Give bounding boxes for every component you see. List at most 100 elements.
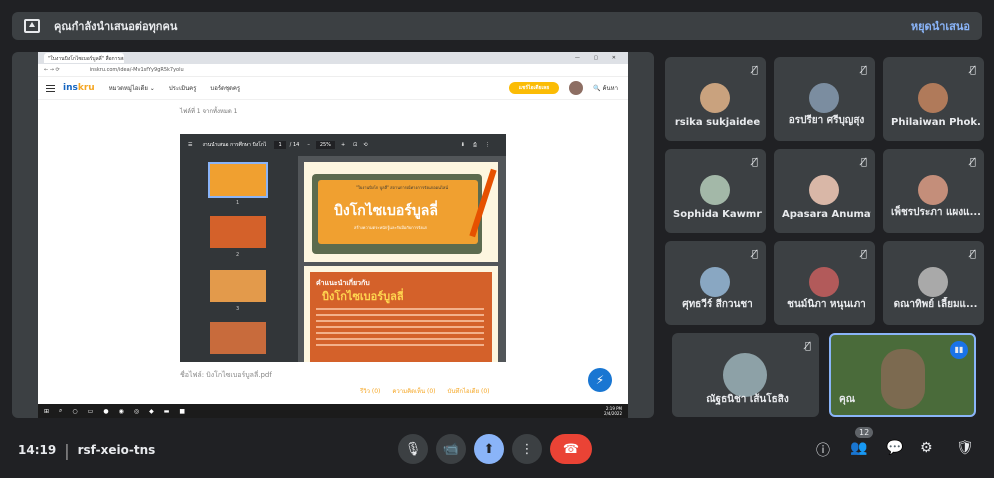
save-idea-button[interactable]: บันทึกไอเดีย (0) xyxy=(448,386,490,396)
participant-name: ดณาทิพย์ เลี้ยมแ... xyxy=(893,299,978,310)
nav-arrows-icon[interactable]: ← → ⟳ xyxy=(44,67,60,73)
participant-tile[interactable]: 🎙̸ rsika sukjaidee xyxy=(665,57,766,141)
participant-tile[interactable]: 🎙̸ ดณาทิพย์ เลี้ยมแ... xyxy=(883,241,984,325)
safety-icon[interactable]: 🛡 xyxy=(956,440,974,456)
thumbnail-page-3[interactable] xyxy=(210,270,266,302)
thumbnail-number: 1 xyxy=(236,200,240,206)
search-icon[interactable]: ⌕ xyxy=(59,407,62,415)
site-logo[interactable]: inskru xyxy=(63,83,95,93)
more-options-button[interactable]: ⋮ xyxy=(512,434,542,464)
meeting-time: 14:19 xyxy=(18,443,57,457)
thumbnail-page-4[interactable] xyxy=(210,322,266,354)
comments-button[interactable]: ความคิดเห็น (0) xyxy=(392,386,435,396)
participant-tile[interactable]: 🎙̸ Philaiwan Phok... xyxy=(883,57,984,141)
mic-off-icon: 🎙̸ xyxy=(751,65,758,76)
browser-urlbar[interactable]: ← → ⟳ inskru.com/idea/-Mv1sfYy9gR5k7yolu xyxy=(38,64,628,77)
browser-tab[interactable]: "ใบงานบิงโกไซเบอร์บูลลี่" สื่อการสอน... xyxy=(44,53,124,63)
window-controls[interactable]: — ▢ ✕ xyxy=(575,55,622,61)
instruction-lines xyxy=(316,308,484,350)
folder-icon[interactable]: ▬ xyxy=(164,408,170,415)
share-idea-button[interactable]: แชร์ไอเดียเลย xyxy=(508,82,560,94)
firefox-icon[interactable]: ● xyxy=(103,408,108,415)
participant-tile[interactable]: 🎙̸ เพ็ชรประภา แผงแ... xyxy=(883,149,984,233)
url-text[interactable]: inskru.com/idea/-Mv1sfYy9gR5k7yolu xyxy=(90,67,184,73)
avatar[interactable] xyxy=(569,81,584,95)
info-icon[interactable]: ⓘ xyxy=(816,440,830,460)
zoom-in-icon[interactable]: + xyxy=(341,142,345,148)
activities-icon[interactable]: ⚙ xyxy=(920,440,933,456)
participant-name: Sophida Kawmrt xyxy=(673,209,762,220)
hang-up-icon: ☎ xyxy=(562,441,580,457)
rotate-icon[interactable]: ⟲ xyxy=(363,142,367,148)
pdf-menu-icon[interactable]: ☰ xyxy=(188,142,192,148)
participant-name: ชนม์นิภา หนุนเภา xyxy=(787,299,866,310)
mic-off-icon: 🎙̸ xyxy=(751,249,758,260)
participant-name: เพ็ชรประภา แผงแ... xyxy=(891,207,980,218)
windows-start-icon[interactable]: ⊞ xyxy=(44,408,49,415)
thumbnail-page-2[interactable] xyxy=(210,216,266,248)
presentation-stage: "ใบงานบิงโกไซเบอร์บูลลี่" สื่อการสอน... … xyxy=(12,52,654,418)
participant-name: ณัฐธนิชา เส้นโธสิง xyxy=(706,394,789,405)
participant-count-badge: 12 xyxy=(855,427,874,438)
site-search[interactable]: 🔍 ค้นหา xyxy=(593,83,618,93)
menu-icon[interactable] xyxy=(46,84,55,92)
end-call-button[interactable]: ☎ xyxy=(550,434,592,464)
stop-presenting-button[interactable]: หยุดนำเสนอ xyxy=(911,17,970,35)
self-view-tile[interactable]: ▮▮ คุณ xyxy=(829,333,976,417)
pdf-page-2: คำแนะนำเกี่ยวกับ บิงโกไซเบอร์บูลลี่ xyxy=(304,266,498,362)
participant-tile[interactable]: 🎙̸ อรปรียา ศรีบุญสุง xyxy=(774,57,875,141)
participant-name: Apasara Anumat xyxy=(782,209,871,220)
taskview-icon[interactable]: ▭ xyxy=(88,408,94,415)
participant-name: Philaiwan Phok... xyxy=(891,117,980,128)
microphone-button[interactable]: 🎙 xyxy=(398,434,428,464)
participant-tile[interactable]: 🎙̸ ชนม์นิภา หนุนเภา xyxy=(774,241,875,325)
nav-item-categories[interactable]: หมวดหมู่ไอเดีย ⌄ xyxy=(109,83,155,93)
participant-tile[interactable]: 🎙̸ Sophida Kawmrt xyxy=(665,149,766,233)
mic-off-icon: 🎙̸ xyxy=(860,65,867,76)
avatar xyxy=(700,175,730,205)
pdf-page-input[interactable]: 1 xyxy=(274,141,286,149)
mic-off-icon: 🎙̸ xyxy=(860,157,867,168)
fit-page-icon[interactable]: ⊡ xyxy=(353,142,357,148)
participant-tile[interactable]: 🎙̸ ณัฐธนิชา เส้นโธสิง xyxy=(672,333,819,417)
presenting-banner: คุณกำลังนำเสนอต่อทุกคน หยุดนำเสนอ xyxy=(12,12,982,40)
avatar xyxy=(700,83,730,113)
camera-icon: 📹 xyxy=(442,441,460,457)
participant-tile[interactable]: 🎙̸ ศุทธวีร์ สีกวนชา xyxy=(665,241,766,325)
idea-actions: รีวิว (0) ความคิดเห็น (0) บันทึกไอเดีย (… xyxy=(360,386,490,396)
mic-off-icon: 🎙̸ xyxy=(751,157,758,168)
mic-off-icon: 🎙̸ xyxy=(969,65,976,76)
download-print-more-icons[interactable]: ⬇⎙⋮ xyxy=(461,142,498,148)
presenting-message: คุณกำลังนำเสนอต่อทุกคน xyxy=(54,20,178,33)
present-icon: ⬆ xyxy=(483,441,495,457)
page2-title: บิงโกไซเบอร์บูลลี่ xyxy=(322,290,404,303)
more-vert-icon: ⋮ xyxy=(520,441,534,457)
line-icon[interactable]: ■ xyxy=(179,408,185,415)
zoom-out-icon[interactable]: – xyxy=(307,142,310,148)
page1-tagline: สร้างความตระหนักรู้และรับมือกับการรังแก xyxy=(354,225,428,230)
edge-icon[interactable]: ◉ xyxy=(119,408,124,415)
mic-off-icon: 🎙̸ xyxy=(860,249,867,260)
participant-tile[interactable]: 🎙̸ Apasara Anumat xyxy=(774,149,875,233)
present-button[interactable]: ⬆ xyxy=(474,434,504,464)
thumbnail-page-1[interactable] xyxy=(208,162,268,198)
people-icon[interactable]: 👥 xyxy=(850,440,867,456)
mic-off-icon: 🎙̸ xyxy=(969,157,976,168)
review-button[interactable]: รีวิว (0) xyxy=(360,386,380,396)
nav-item-boards[interactable]: บอร์ดชุดครู xyxy=(210,83,240,93)
participant-name: คุณ xyxy=(839,394,855,405)
pdf-thumbnails: 1 2 3 xyxy=(180,156,298,362)
chat-icon[interactable]: 💬 xyxy=(886,440,903,456)
messenger-icon[interactable]: ⚡ xyxy=(588,368,612,392)
camera-button[interactable]: 📹 xyxy=(436,434,466,464)
thumbnail-number: 3 xyxy=(236,306,240,312)
meeting-code[interactable]: rsf-xeio-tns xyxy=(78,443,156,457)
powerpoint-icon[interactable]: ◆ xyxy=(149,408,154,415)
chrome-icon[interactable]: ◎ xyxy=(134,408,139,415)
avatar xyxy=(809,175,839,205)
participant-name: ศุทธวีร์ สีกวนชา xyxy=(682,299,753,310)
nav-item-evaluate[interactable]: ประเมินครู xyxy=(169,83,197,93)
participant-name: rsika sukjaidee xyxy=(674,117,761,128)
pdf-zoom[interactable]: 25% xyxy=(315,141,335,149)
task-view-icon[interactable]: ○ xyxy=(72,408,77,415)
